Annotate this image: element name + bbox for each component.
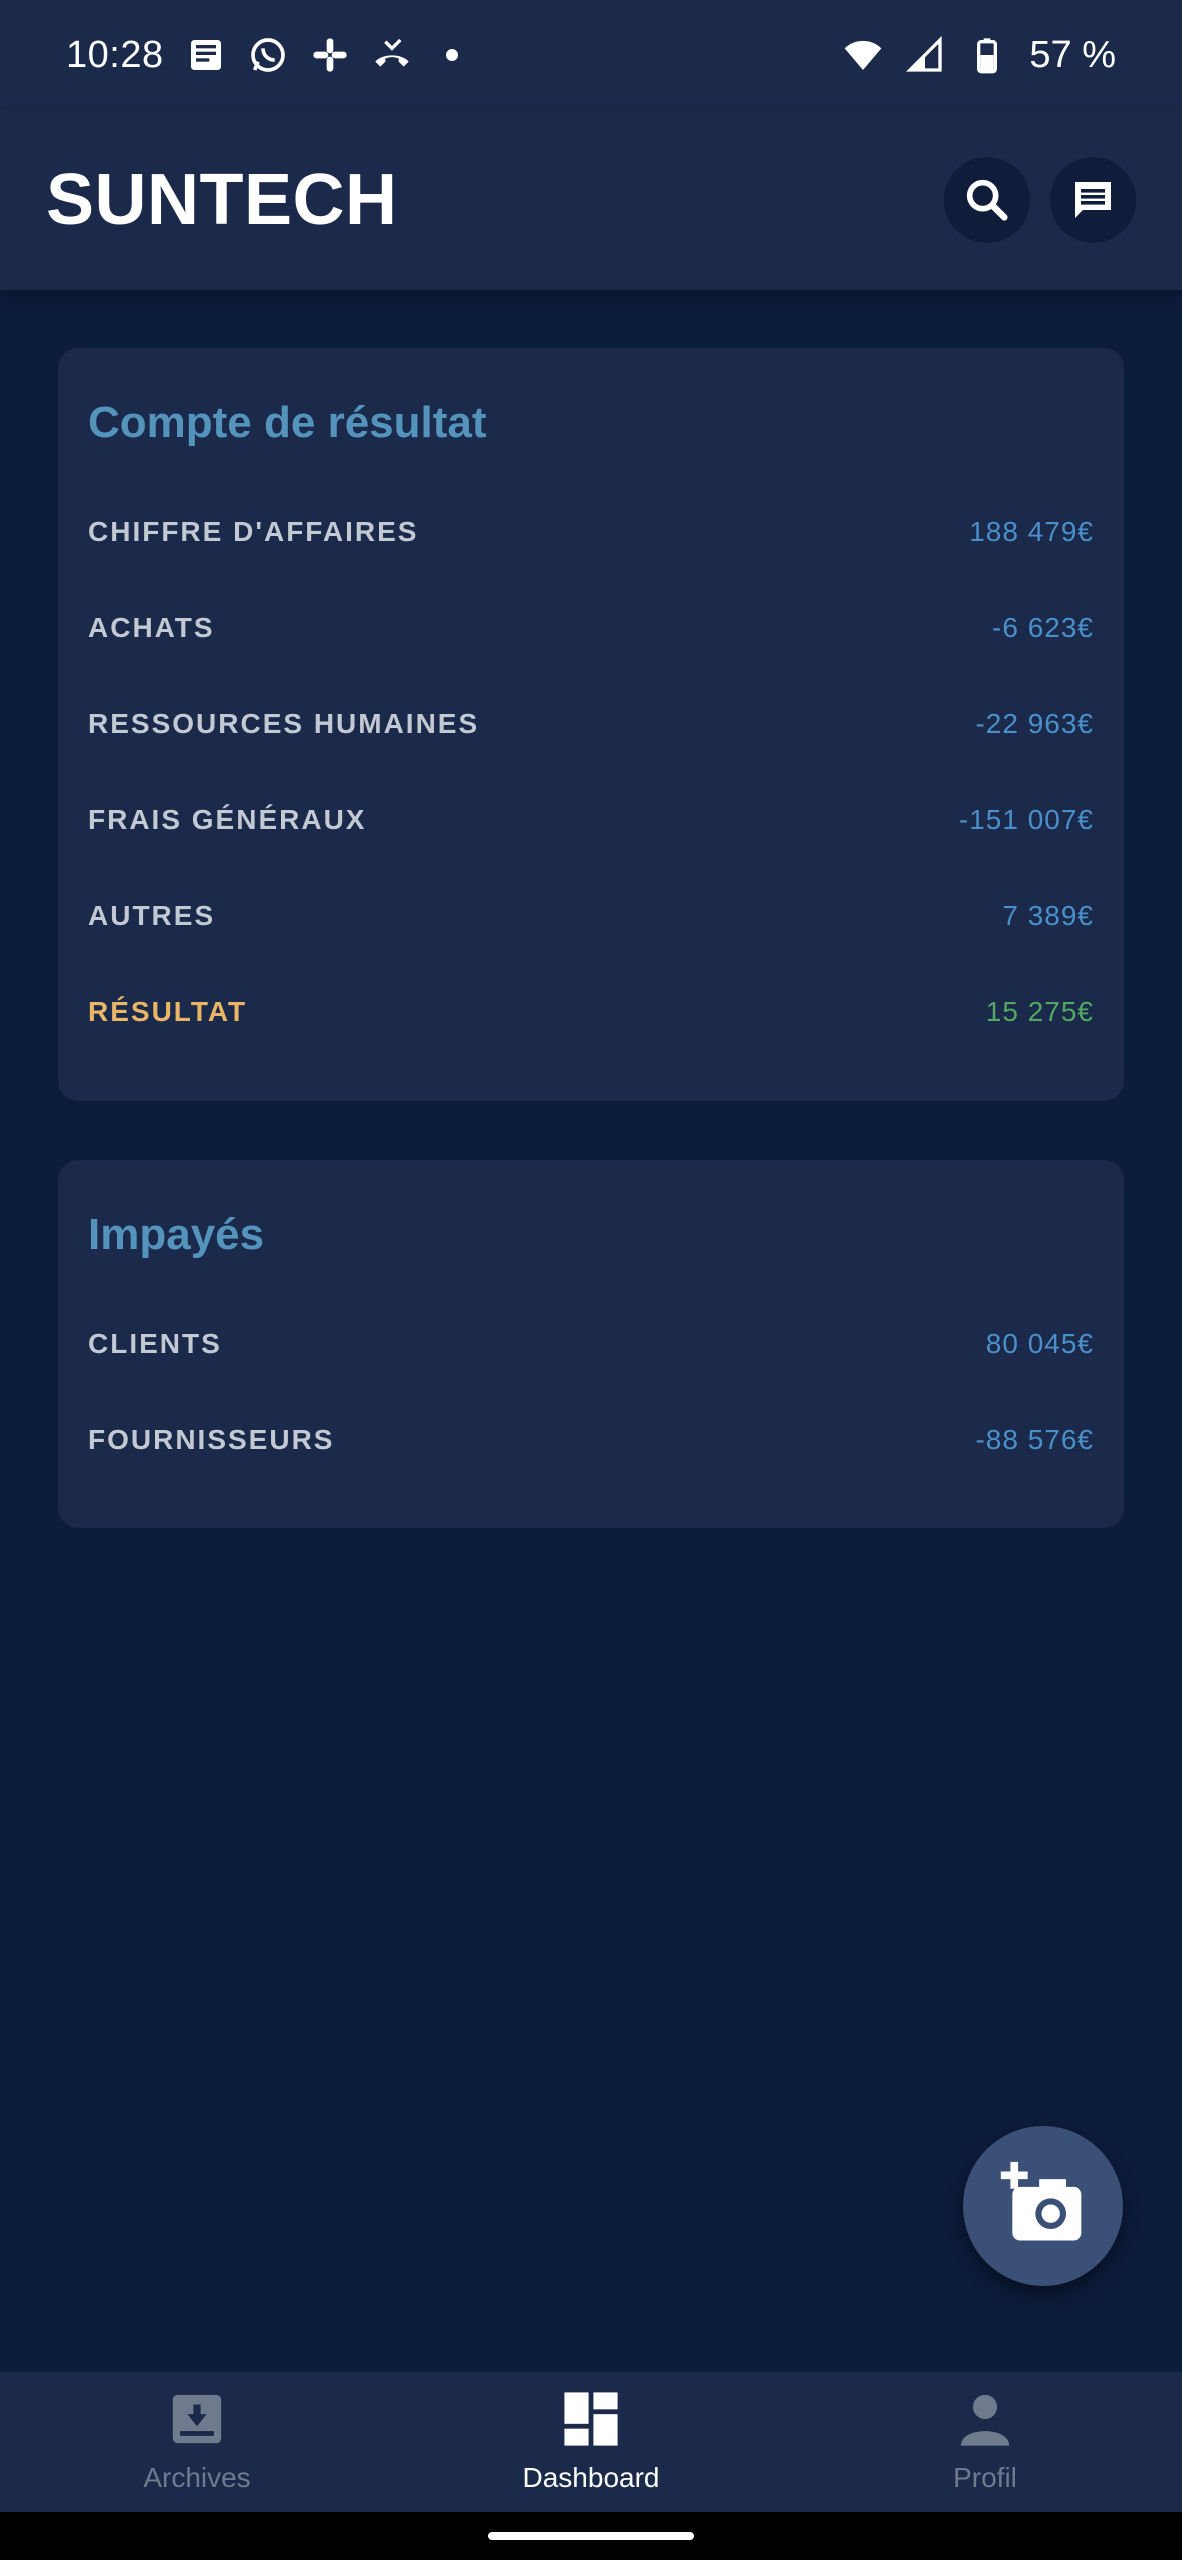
row-label: RÉSULTAT — [88, 996, 248, 1027]
row-label: CHIFFRE D'AFFAIRES — [88, 516, 419, 547]
status-left: 10:28 — [66, 34, 458, 77]
news-icon — [190, 40, 221, 70]
status-bar: 10:28 57 % — [0, 0, 1182, 110]
slack-icon — [312, 38, 347, 72]
card-title: Impayés — [88, 1210, 265, 1259]
card-title: Compte de résultat — [88, 398, 487, 447]
nav-label: Profil — [953, 2462, 1017, 2493]
home-gesture-handle[interactable] — [488, 2532, 694, 2540]
search-button[interactable] — [944, 157, 1030, 243]
nav-item-archives[interactable]: Archives — [0, 2372, 394, 2512]
archive-icon — [172, 2394, 222, 2444]
battery-icon — [977, 38, 998, 74]
wifi-icon — [845, 40, 882, 70]
unpaid-rows: CLIENTS 80 045€ FOURNISSEURS -88 576€ — [88, 1296, 1094, 1488]
row-value: -6 623€ — [992, 612, 1094, 643]
nav-item-dashboard[interactable]: Dashboard — [394, 2372, 788, 2512]
status-time: 10:28 — [66, 33, 164, 76]
row-others[interactable]: AUTRES 7 389€ — [88, 868, 1094, 964]
missed-call-icon — [374, 38, 409, 67]
nav-item-profile[interactable]: Profil — [788, 2372, 1182, 2512]
app-bar: SUNTECH — [0, 110, 1182, 290]
messages-button[interactable] — [1050, 157, 1136, 243]
nav-label: Dashboard — [522, 2462, 660, 2493]
nav-label: Archives — [143, 2462, 251, 2493]
dot-icon — [445, 49, 458, 61]
row-purchases[interactable]: ACHATS -6 623€ — [88, 580, 1094, 676]
battery-percent: 57 % — [1029, 33, 1116, 76]
signal-icon — [906, 35, 943, 72]
dashboard-icon — [564, 2392, 618, 2446]
row-label: AUTRES — [88, 900, 216, 931]
row-label: CLIENTS — [88, 1328, 222, 1359]
row-suppliers[interactable]: FOURNISSEURS -88 576€ — [88, 1392, 1094, 1488]
row-result[interactable]: RÉSULTAT 15 275€ — [88, 964, 1094, 1060]
row-revenue[interactable]: CHIFFRE D'AFFAIRES 188 479€ — [88, 484, 1094, 580]
row-label: FRAIS GÉNÉRAUX — [88, 804, 367, 835]
row-value: 188 479€ — [969, 516, 1094, 547]
row-value: -88 576€ — [975, 1424, 1094, 1455]
person-icon — [960, 2394, 1010, 2446]
add-photo-button[interactable] — [963, 2126, 1123, 2286]
row-general-costs[interactable]: FRAIS GÉNÉRAUX -151 007€ — [88, 772, 1094, 868]
row-label: RESSOURCES HUMAINES — [88, 708, 480, 739]
row-value: 15 275€ — [985, 996, 1094, 1027]
row-value: 7 389€ — [1002, 900, 1094, 931]
income-statement-card: Compte de résultat CHIFFRE D'AFFAIRES 18… — [58, 348, 1124, 1101]
status-right: 57 % — [843, 34, 1116, 77]
app-title: SUNTECH — [46, 160, 398, 240]
row-label: ACHATS — [88, 612, 215, 643]
row-human-resources[interactable]: RESSOURCES HUMAINES -22 963€ — [88, 676, 1094, 772]
whatsapp-icon — [250, 38, 285, 72]
unpaid-card: Impayés CLIENTS 80 045€ FOURNISSEURS -88… — [58, 1160, 1124, 1528]
app-actions — [944, 157, 1136, 243]
message-icon — [1075, 182, 1111, 218]
row-clients[interactable]: CLIENTS 80 045€ — [88, 1296, 1094, 1392]
search-icon — [966, 179, 1008, 221]
income-statement-rows: CHIFFRE D'AFFAIRES 188 479€ ACHATS -6 62… — [88, 484, 1094, 1060]
bottom-nav: Archives Dashboard Profil — [0, 2372, 1182, 2512]
row-label: FOURNISSEURS — [88, 1424, 335, 1455]
row-value: -151 007€ — [958, 804, 1094, 835]
row-value: -22 963€ — [975, 708, 1094, 739]
gesture-bar — [0, 2512, 1182, 2560]
add-photo-icon — [1000, 2161, 1082, 2241]
row-value: 80 045€ — [985, 1328, 1094, 1359]
